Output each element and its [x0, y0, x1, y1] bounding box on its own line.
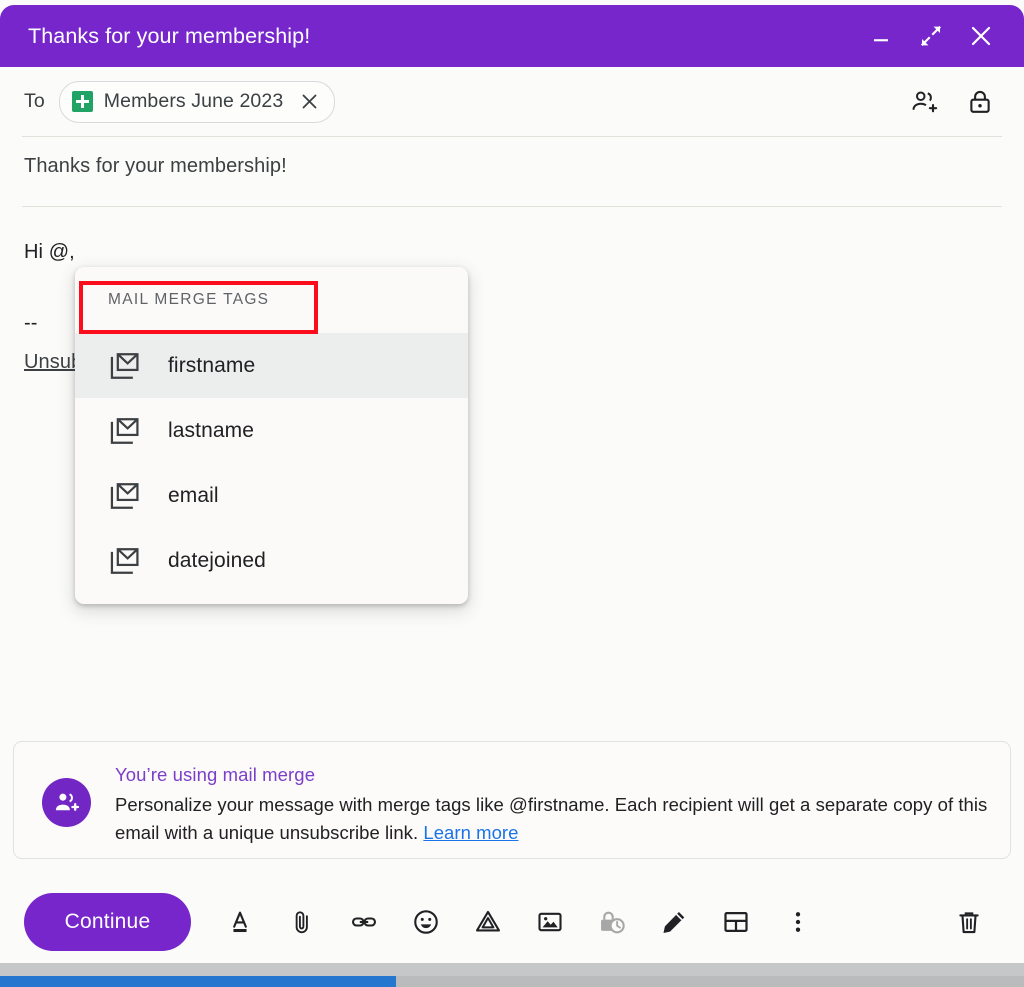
google-drive-icon [474, 908, 502, 936]
envelope-icon [108, 349, 142, 383]
fullscreen-icon [919, 24, 943, 48]
close-icon [968, 23, 994, 49]
merge-tag-label: email [168, 484, 219, 508]
close-button[interactable] [966, 21, 996, 51]
insert-emoji-icon [412, 908, 440, 936]
merge-tag-item-firstname[interactable]: firstname [75, 333, 468, 398]
body-greeting: Hi @, [24, 238, 954, 267]
remove-recipient-button[interactable] [298, 91, 320, 113]
insert-emoji-button[interactable] [405, 901, 447, 943]
close-icon [300, 92, 319, 111]
fullscreen-button[interactable] [916, 21, 946, 51]
merge-tag-label: lastname [168, 419, 254, 443]
window-controls [866, 21, 1006, 51]
add-people-icon [42, 778, 91, 827]
attach-file-icon [288, 908, 316, 936]
banner-description: Personalize your message with merge tags… [115, 791, 990, 847]
mail-merge-info-banner: You’re using mail merge Personalize your… [13, 741, 1011, 859]
layout-template-icon [722, 908, 750, 936]
confidential-mode-button[interactable] [591, 901, 633, 943]
mail-merge-tags-header-label: MAIL MERGE TAGS [108, 291, 269, 309]
insert-photo-button[interactable] [529, 901, 571, 943]
merge-tag-label: datejoined [168, 549, 266, 573]
insert-link-icon [350, 908, 378, 936]
merge-tag-item-datejoined[interactable]: datejoined [75, 528, 468, 593]
continue-button[interactable]: Continue [24, 893, 191, 951]
recipient-chip[interactable]: Members June 2023 [59, 81, 335, 123]
layout-template-button[interactable] [715, 901, 757, 943]
more-options-icon [784, 908, 812, 936]
horizontal-scrollbar-thumb[interactable] [0, 976, 396, 987]
divider-subject [22, 206, 1002, 207]
recipient-chip-label: Members June 2023 [104, 90, 283, 113]
insert-link-button[interactable] [343, 901, 385, 943]
learn-more-link[interactable]: Learn more [423, 822, 518, 843]
compose-title: Thanks for your membership! [28, 24, 866, 49]
google-sheets-icon [72, 91, 93, 112]
attach-file-button[interactable] [281, 901, 323, 943]
confidential-lock-button[interactable] [966, 88, 994, 116]
to-row-actions [910, 87, 1006, 117]
banner-text-block: You’re using mail merge Personalize your… [115, 761, 990, 847]
lock-icon [966, 88, 994, 116]
add-recipients-button[interactable] [910, 87, 940, 117]
format-text-button[interactable] [219, 901, 261, 943]
delete-draft-button[interactable] [948, 901, 990, 943]
delete-draft-icon [955, 908, 983, 936]
confidential-mode-icon [598, 908, 626, 936]
subject-field[interactable]: Thanks for your membership! [24, 155, 924, 178]
banner-description-text: Personalize your message with merge tags… [115, 794, 987, 843]
to-label: To [24, 90, 45, 113]
signature-pen-button[interactable] [653, 901, 695, 943]
formatting-tools [219, 901, 819, 943]
minimize-icon [870, 25, 892, 47]
mail-merge-tags-header: MAIL MERGE TAGS [75, 267, 468, 333]
more-options-button[interactable] [777, 901, 819, 943]
mail-merge-tags-dropdown: MAIL MERGE TAGS firstname [75, 267, 468, 604]
format-text-icon [226, 908, 254, 936]
envelope-icon [108, 414, 142, 448]
merge-tag-item-email[interactable]: email [75, 463, 468, 528]
compose-toolbar: Continue [0, 880, 1024, 963]
divider-to [22, 136, 1002, 137]
envelope-icon [108, 544, 142, 578]
google-drive-button[interactable] [467, 901, 509, 943]
merge-tag-label: firstname [168, 354, 255, 378]
minimize-button[interactable] [866, 21, 896, 51]
to-row: To Members June 2023 [0, 67, 1024, 136]
compose-header: Thanks for your membership! [0, 5, 1024, 67]
screenshot-root: Thanks for your membership! [0, 0, 1024, 987]
banner-title: You’re using mail merge [115, 764, 990, 786]
envelope-icon [108, 479, 142, 513]
insert-photo-icon [536, 908, 564, 936]
compose-window: Thanks for your membership! [0, 0, 1024, 963]
add-recipients-icon [910, 87, 940, 117]
merge-tag-item-lastname[interactable]: lastname [75, 398, 468, 463]
signature-pen-icon [660, 908, 688, 936]
